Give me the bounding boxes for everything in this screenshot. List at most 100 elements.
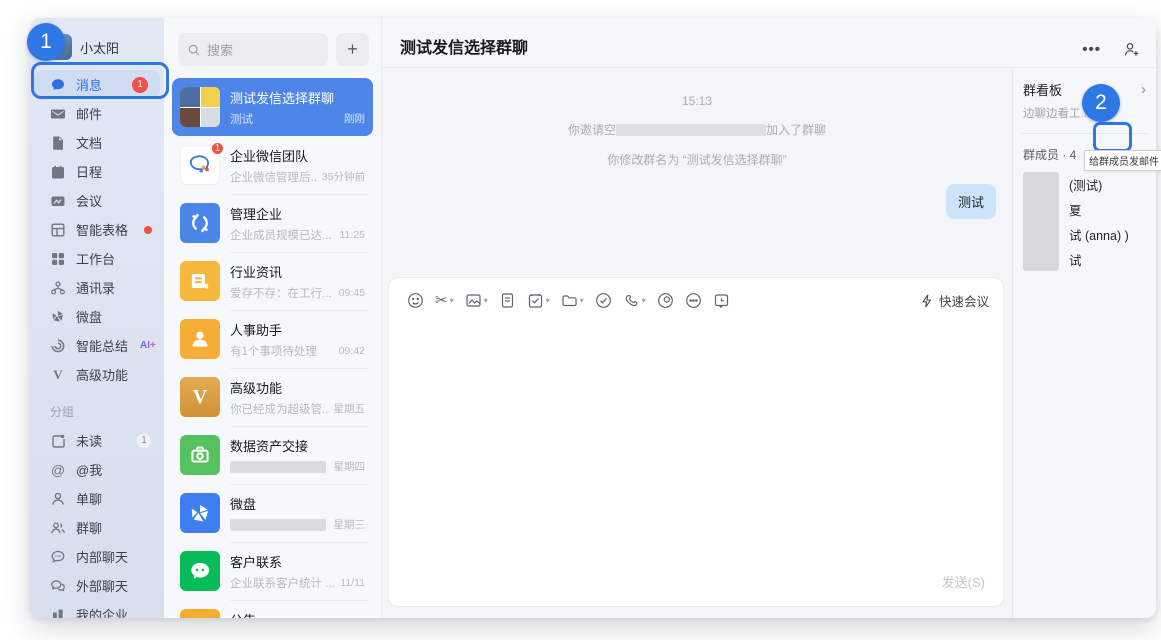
search-placeholder: 搜索 bbox=[207, 40, 233, 59]
search-input[interactable]: 搜索 bbox=[178, 33, 328, 66]
system-message-rename: 你修改群名为 “测试发信选择群聊” bbox=[382, 151, 1012, 168]
sidebar-item-label: 文档 bbox=[76, 133, 152, 152]
screenshot-scissors-icon[interactable]: ✂▾ bbox=[433, 290, 456, 311]
sidebar-item-drive[interactable]: 微盘 bbox=[30, 302, 164, 331]
sidebar-item-mentions[interactable]: @ @我 bbox=[30, 455, 164, 484]
chat-time: 星期三 bbox=[334, 517, 366, 532]
sidebar-item-smart-table[interactable]: 智能表格 bbox=[30, 215, 164, 244]
chat-list-item[interactable]: 客户联系 企业联系客户统计 ... 11/11 bbox=[172, 542, 373, 600]
advanced-features-avatar: V bbox=[180, 377, 220, 417]
sidebar-item-unread[interactable]: 未读 1 bbox=[30, 426, 164, 455]
todo-icon[interactable]: ▾ bbox=[525, 290, 552, 311]
sidebar-item-advanced[interactable]: V 高级功能 bbox=[30, 360, 164, 389]
sidebar-item-calendar[interactable]: 日程 bbox=[30, 157, 164, 186]
sidebar-item-label: @我 bbox=[76, 460, 152, 479]
chat-more-icon[interactable]: ••• bbox=[1082, 41, 1101, 58]
message-input-box[interactable]: ✂▾ ▾ ▾ bbox=[388, 277, 1004, 607]
chat-list-item[interactable]: 管理企业 企业成员规模已达... 11:25 bbox=[172, 194, 373, 252]
chat-title: 微盘 bbox=[230, 494, 365, 513]
mail-members-tooltip: 给群成员发邮件 bbox=[1084, 150, 1161, 171]
sidebar-item-internal-chats[interactable]: 内部聊天 bbox=[30, 542, 164, 571]
lightning-icon bbox=[920, 294, 934, 308]
more-circle-icon[interactable] bbox=[683, 290, 704, 311]
file-icon[interactable] bbox=[497, 290, 518, 311]
voice-record-icon[interactable] bbox=[655, 290, 676, 311]
redacted-names-bar bbox=[616, 124, 766, 136]
screen: { "window": { "controls": { "minimize": … bbox=[0, 0, 1161, 640]
single-person-icon bbox=[50, 491, 66, 507]
call-icon[interactable]: ▾ bbox=[621, 290, 648, 311]
sidebar-item-my-company[interactable]: 我的企业 bbox=[30, 600, 164, 618]
document-icon bbox=[50, 135, 66, 151]
unread-count-badge: 1 bbox=[132, 77, 148, 93]
divider bbox=[1021, 133, 1148, 134]
sidebar-item-label: 未读 bbox=[76, 431, 126, 450]
schedule-message-icon[interactable] bbox=[711, 290, 732, 311]
chat-list-item[interactable]: 数据资产交接 星期四 bbox=[172, 426, 373, 484]
unread-group-badge: 1 bbox=[136, 433, 152, 449]
main-region: ─ □ ✕ 测试发信选择群聊 ••• 15:13 你邀请空加入了群聊 bbox=[382, 18, 1156, 618]
folder-icon[interactable]: ▾ bbox=[559, 290, 586, 311]
chat-list-item[interactable]: V 高级功能 你已经成为超级管... 星期五 bbox=[172, 368, 373, 426]
sidebar-item-external-chats[interactable]: 外部聊天 bbox=[30, 571, 164, 600]
chat-time: 09:45 bbox=[339, 287, 365, 299]
sidebar-item-messages[interactable]: 消息 1 bbox=[34, 70, 160, 99]
customer-contact-avatar bbox=[180, 551, 220, 591]
sidebar-item-direct-chats[interactable]: 单聊 bbox=[30, 484, 164, 513]
sidebar-item-label: 微盘 bbox=[76, 307, 152, 326]
sidebar-item-label: 工作台 bbox=[76, 249, 152, 268]
create-chat-button[interactable]: + bbox=[336, 33, 369, 66]
chat-time: 35分钟前 bbox=[322, 169, 365, 184]
search-icon bbox=[187, 43, 201, 57]
hr-assistant-avatar bbox=[180, 319, 220, 359]
sidebar-item-smart-summary[interactable]: 智能总结 AI+ bbox=[30, 331, 164, 360]
internal-chat-icon bbox=[50, 549, 66, 565]
annotation-step-2: 2 bbox=[1082, 84, 1120, 122]
chat-subtitle: 有1个事项待处理 bbox=[230, 343, 335, 359]
annotation-step-1: 1 bbox=[27, 23, 65, 61]
emoji-icon[interactable] bbox=[405, 290, 426, 311]
sidebar-item-label: 群聊 bbox=[76, 518, 152, 537]
chat-subtitle: 爱存不存：在工行... bbox=[230, 285, 335, 301]
chat-list-item[interactable]: 行业资讯 爱存不存：在工行... 09:45 bbox=[172, 252, 373, 310]
chat-main: 15:13 你邀请空加入了群聊 你修改群名为 “测试发信选择群聊” 测试 ✂▾ bbox=[382, 68, 1012, 618]
image-icon[interactable]: ▾ bbox=[463, 290, 490, 311]
chat-title: 管理企业 bbox=[230, 204, 365, 223]
sidebar-item-workbench[interactable]: 工作台 bbox=[30, 244, 164, 273]
sidebar-item-contacts[interactable]: 通讯录 bbox=[30, 273, 164, 302]
company-icon bbox=[50, 607, 66, 619]
chat-subtitle: 测试 bbox=[230, 111, 340, 127]
sidebar-item-docs[interactable]: 文档 bbox=[30, 128, 164, 157]
quick-meeting-button[interactable]: 快速会议 bbox=[920, 291, 989, 310]
sidebar-item-label: 外部聊天 bbox=[76, 576, 152, 595]
add-member-icon[interactable] bbox=[1123, 41, 1140, 58]
message-text-area[interactable] bbox=[389, 317, 1003, 572]
sidebar-item-mail[interactable]: 邮件 bbox=[30, 99, 164, 128]
chat-list-item-selected[interactable]: 测试发信选择群聊 测试 刚刚 bbox=[172, 78, 373, 136]
chat-subtitle: 企业微信管理后... bbox=[230, 169, 318, 185]
chevron-right-icon[interactable]: › bbox=[1141, 81, 1146, 98]
chat-time: 11:25 bbox=[340, 229, 366, 241]
check-circle-icon[interactable] bbox=[593, 290, 614, 311]
user-name: 小太阳 bbox=[80, 38, 119, 57]
sidebar-item-meeting[interactable]: 会议 bbox=[30, 186, 164, 215]
chat-subtitle: 你已经成为超级管... bbox=[230, 401, 330, 417]
manage-company-avatar bbox=[180, 203, 220, 243]
wecom-team-avatar: 1 bbox=[180, 145, 220, 185]
sidebar-item-label: 邮件 bbox=[76, 104, 152, 123]
chat-list-item[interactable]: 微盘 星期三 bbox=[172, 484, 373, 542]
chat-list-item[interactable]: 公告 ss: 你好 bbox=[172, 600, 373, 618]
redacted-subtitle-bar bbox=[230, 519, 326, 531]
calendar-icon bbox=[50, 164, 66, 180]
chat-list: 测试发信选择群聊 测试 刚刚 1 企业微信团队 企业微信管理后... 35 bbox=[164, 78, 381, 618]
send-button[interactable]: 发送(S) bbox=[942, 575, 985, 590]
data-handover-avatar bbox=[180, 435, 220, 475]
member-list: (测试) 夏 试 (anna) ) 试 bbox=[1023, 172, 1146, 272]
message-area: 15:13 你邀请空加入了群聊 你修改群名为 “测试发信选择群聊” 测试 bbox=[382, 68, 1012, 277]
wedrive-avatar bbox=[180, 493, 220, 533]
chat-list-item[interactable]: 1 企业微信团队 企业微信管理后... 35分钟前 bbox=[172, 136, 373, 194]
chat-list-item[interactable]: 人事助手 有1个事项待处理 09:42 bbox=[172, 310, 373, 368]
sidebar-item-label: 会议 bbox=[76, 191, 152, 210]
sidebar-item-group-chats[interactable]: 群聊 bbox=[30, 513, 164, 542]
notification-dot bbox=[144, 226, 152, 234]
